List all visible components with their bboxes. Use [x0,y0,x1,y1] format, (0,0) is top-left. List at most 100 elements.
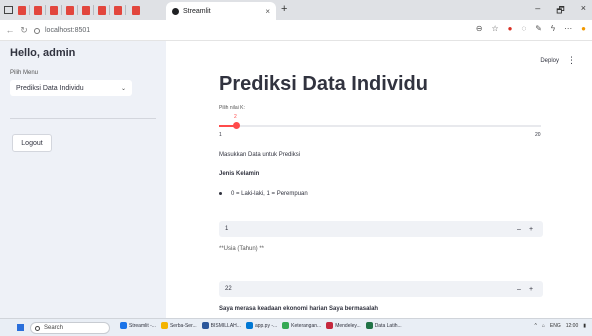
window-menu-icon[interactable] [4,6,13,14]
extension-red-icon[interactable]: ● [508,24,513,33]
sidebar-greeting: Hello, admin [10,47,76,59]
pdf-icon [66,5,74,15]
pdf-icon [98,5,106,15]
word-icon [201,322,209,329]
bookmark-star-icon[interactable]: ☆ [491,24,498,33]
deploy-button[interactable]: Deploy [540,58,559,64]
system-tray: ^ ⌂ ENG 12:00 ▮ [534,323,586,329]
address-bar: ← ↻ localhost:8501 ⊖ ☆ ● ◌ ✎ ϟ ⋯ ● [0,20,592,41]
bullet-dot [219,191,222,195]
taskbar-app[interactable]: BISMILLAH... [201,322,241,329]
increment-button[interactable]: + [525,286,537,293]
window-controls: – 🗗 × [535,3,586,19]
browser-menu-icon[interactable]: ⋯ [564,24,572,33]
tray-chevron-icon[interactable]: ^ [534,323,536,329]
section-heading: Masukkan Data untuk Prediksi [219,152,301,158]
taskbar-app[interactable]: app.py -... [245,322,278,329]
notification-icon[interactable]: ▮ [583,323,586,329]
minimize-icon[interactable]: – [535,3,540,19]
tray-clock[interactable]: 12:00 [566,323,579,329]
reload-icon[interactable]: ↻ [17,25,31,36]
menu-select[interactable]: Prediksi Data Individu ⌄ [10,80,132,96]
pinned-tab[interactable] [128,2,144,18]
chrome-icon [282,322,290,329]
gender-number-input[interactable]: 1 – + [219,221,543,237]
back-arrow-icon[interactable]: ← [3,25,17,35]
main-content: Deploy ⋮ Prediksi Data Individu Pilih ni… [166,41,592,318]
menu-select-value: Prediksi Data Individu [16,84,84,92]
network-icon[interactable]: ⌂ [542,323,545,329]
pdf-icon [132,5,140,15]
windows-start-icon[interactable] [17,324,24,331]
site-info-icon[interactable] [34,27,40,34]
gender-hint-text: 0 = Laki-laki, 1 = Perempuan [231,191,308,197]
taskbar-app[interactable]: Serba-Ser... [160,322,197,329]
slider-label: Pilih nilai K: [219,105,245,111]
taskbar-app[interactable]: Mendeley... [326,322,361,329]
pdf-icon [50,5,58,15]
taskbar-app-label: app.py -... [254,322,278,329]
sidebar-divider [10,118,156,119]
streamlit-favicon-icon [172,7,179,15]
taskbar-app-label: Streamlit -... [129,322,156,329]
url-text: localhost:8501 [45,27,91,34]
pinned-tab[interactable] [48,2,64,18]
browser-tab-strip: Streamlit × + – 🗗 × [0,0,592,20]
pdf-icon [114,5,122,15]
close-tab-icon[interactable]: × [265,7,270,16]
usia-number-input[interactable]: 22 – + [219,281,543,297]
usia-input-value: 22 [225,286,232,292]
pinned-tab[interactable] [80,2,96,18]
pinned-tab[interactable] [16,2,32,18]
taskbar-app[interactable]: Keterangan... [282,322,321,329]
vscode-icon [245,322,253,329]
pinned-tab[interactable] [96,2,112,18]
k-slider-track[interactable] [219,125,541,127]
close-window-icon[interactable]: × [581,3,586,19]
pinned-tab[interactable] [64,2,80,18]
search-icon [35,325,40,331]
ekonomi-question-label: Saya merasa keadaan ekonomi harian Saya … [219,306,379,312]
taskbar-app-label: Mendeley... [335,322,361,329]
edge-copilot-icon[interactable]: ● [581,24,586,33]
url-field[interactable]: localhost:8501 [34,23,474,38]
taskbar-search[interactable]: Search [30,322,110,334]
taskbar-app[interactable]: Data Latih... [365,322,402,329]
mendeley-icon [326,322,334,329]
extension-icons: ⊖ ☆ ● ◌ ✎ ϟ ⋯ ● [476,24,586,33]
increment-button[interactable]: + [525,226,537,233]
taskbar-search-text: Search [44,325,64,331]
decrement-button[interactable]: – [513,226,525,233]
zoom-icon[interactable]: ⊖ [476,24,483,33]
taskbar: Search Streamlit -... Serba-Ser... BISMI… [0,318,592,336]
k-slider-thumb[interactable] [232,122,240,129]
main-menu-icon[interactable]: ⋮ [567,55,576,66]
extension-icon[interactable]: ◌ [521,24,526,33]
gender-input-value: 1 [225,226,229,232]
tray-lang[interactable]: ENG [550,323,561,329]
folder-icon [160,322,168,329]
usia-label: **Usia (Tahun) ** [219,246,265,252]
taskbar-app-label: Serba-Ser... [169,322,197,329]
taskbar-app-label: Keterangan... [291,322,322,329]
taskbar-app-label: Data Latih... [374,322,402,329]
active-browser-tab[interactable]: Streamlit × [166,2,276,20]
page-title: Prediksi Data Individu [219,73,428,95]
taskbar-app[interactable]: Streamlit -... [120,322,156,329]
restore-icon[interactable]: 🗗 [556,3,564,19]
browser-icon [120,322,127,329]
pdf-icon [34,5,42,15]
slider-min-label: 1 [219,132,222,138]
logout-button[interactable]: Logout [12,134,52,152]
new-tab-button[interactable]: + [281,3,287,15]
taskbar-app-label: BISMILLAH... [210,322,241,329]
pinned-tab[interactable] [32,2,48,18]
decrement-button[interactable]: – [513,286,525,293]
profile-icon[interactable]: ϟ [551,24,555,33]
pinned-tab[interactable] [112,2,128,18]
tab-title: Streamlit [183,7,211,15]
slider-value: 2 [233,114,237,120]
gender-hint: 0 = Laki-laki, 1 = Perempuan [219,191,308,197]
pdf-icon [18,5,26,15]
extensions-puzzle-icon[interactable]: ✎ [535,24,542,33]
